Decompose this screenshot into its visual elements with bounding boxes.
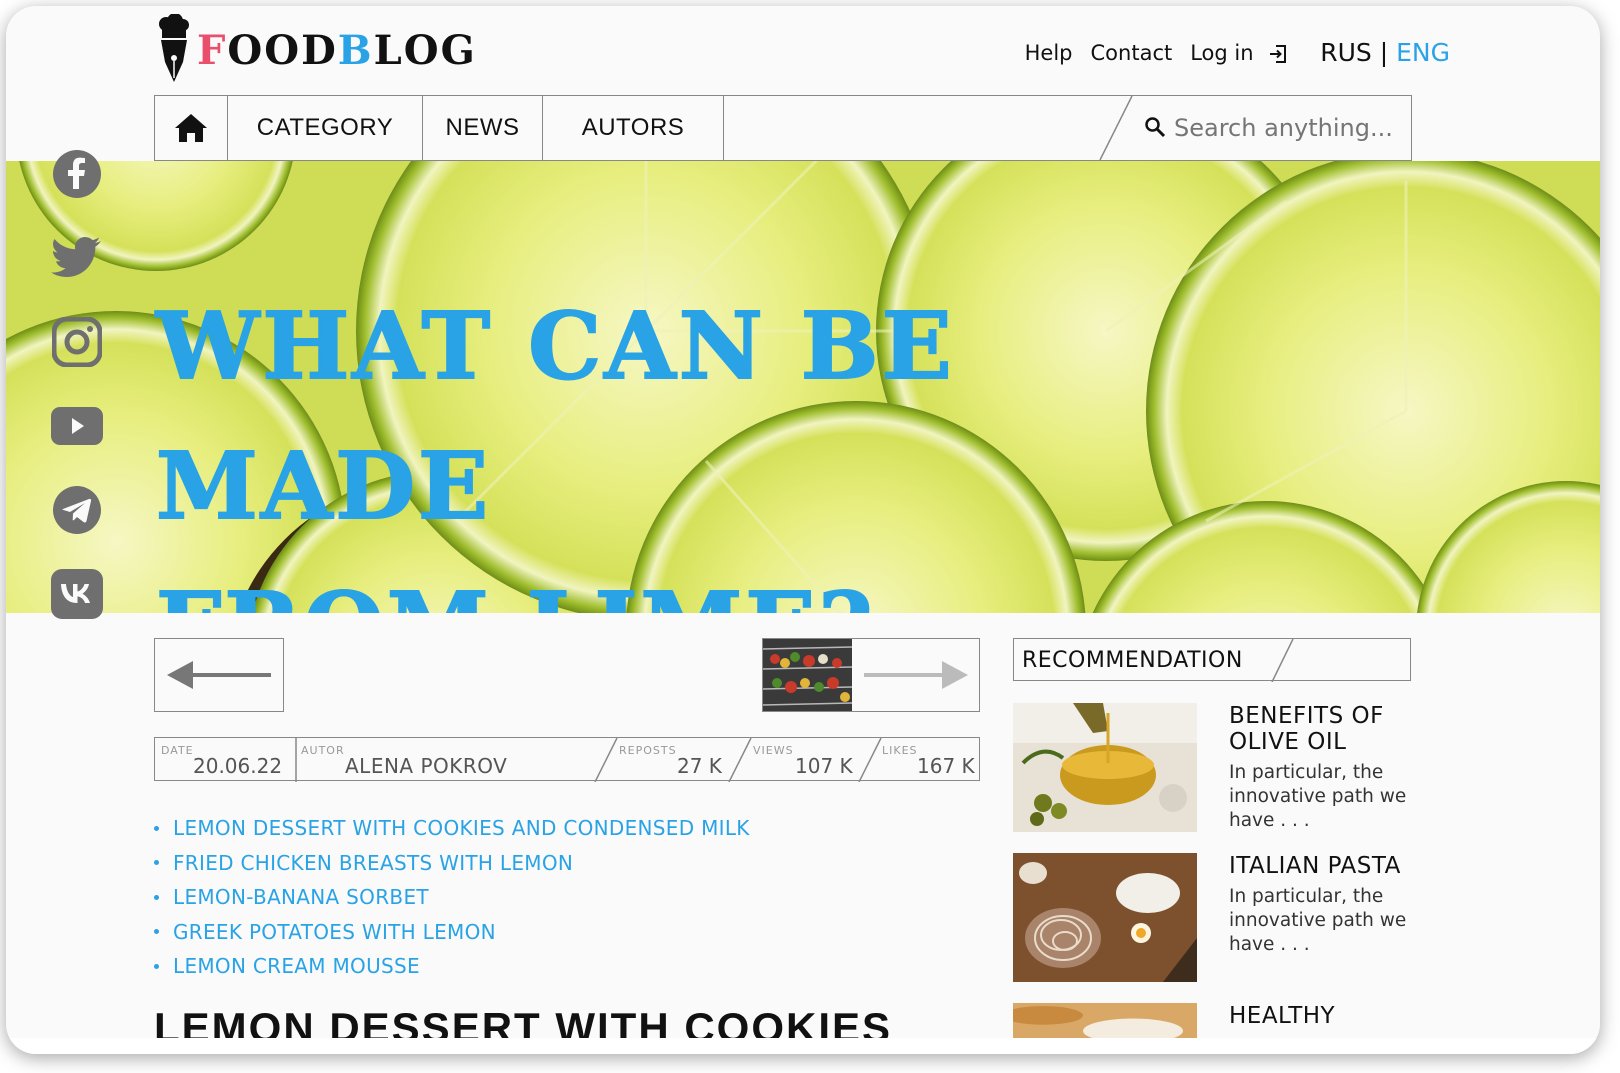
nav-spacer [724,96,1414,160]
meta-author-value[interactable]: ALENA POKROV [345,754,507,778]
recommendation-heading[interactable]: ITALIAN PASTA [1229,853,1419,879]
chef-pen-logo-icon [159,14,189,82]
telegram-icon[interactable] [50,484,104,536]
list-item[interactable]: LEMON DESSERT WITH COOKIES AND CONDENSED… [154,811,750,846]
recommendation-header: RECOMMENDATION [1013,638,1411,682]
search-input[interactable] [1174,114,1414,142]
recipe-link[interactable]: FRIED CHICKEN BREASTS WITH LEMON [173,851,573,875]
article-meta: DATE 20.06.22 AUTOR ALENA POKROV REPOSTS… [154,737,981,782]
hero-banner: What can be made from lime? [6,161,1600,613]
top-links: Help Contact Log in RUS | ENG [1025,38,1450,67]
bullet-icon [154,860,159,866]
meta-author-label: AUTOR [301,744,345,757]
list-item[interactable]: LEMON CREAM MOUSSE [154,949,750,984]
previous-article-button[interactable] [154,638,284,712]
meta-author: AUTOR ALENA POKROV [301,738,591,780]
meta-reposts-value: 27 K [677,754,722,778]
meta-views: VIEWS 107 K [753,738,863,780]
meta-views-label: VIEWS [753,744,794,757]
logo-text-part: LOG [373,26,477,74]
recommendation-item[interactable]: ITALIAN PASTA In particular, the innovat… [1013,853,1411,983]
bullet-icon [154,929,159,935]
vk-icon[interactable] [50,568,104,620]
facebook-icon[interactable] [50,148,104,200]
recipe-link[interactable]: LEMON CREAM MOUSSE [173,954,420,978]
arrow-right-icon [864,661,968,689]
bullet-icon [154,825,159,831]
list-item[interactable]: FRIED CHICKEN BREASTS WITH LEMON [154,846,750,881]
next-article-thumbnail [763,639,852,711]
arrow-left-icon [167,661,271,689]
instagram-icon[interactable] [50,316,104,368]
recipe-link[interactable]: GREEK POTATOES WITH LEMON [173,920,496,944]
main-nav: CATEGORY NEWS AUTORS [154,95,1414,161]
home-icon [175,114,207,142]
bullet-icon [154,963,159,969]
search-box[interactable] [1099,96,1414,160]
lang-separator: | [1379,38,1389,67]
recommendation-heading[interactable]: BENEFITS OF OLIVE OIL [1229,703,1419,755]
logo-text: FOODBLOG [197,27,477,74]
recipe-list: LEMON DESSERT WITH COOKIES AND CONDENSED… [154,811,750,984]
social-bar [50,148,104,620]
italian-pasta-image [1013,853,1197,982]
window-bottom-edge [6,1038,1600,1054]
lang-eng[interactable]: ENG [1396,38,1450,67]
nav-category[interactable]: CATEGORY [228,96,423,160]
youtube-icon[interactable] [50,400,104,452]
meta-reposts: REPOSTS 27 K [619,738,729,780]
meta-date-label: DATE [161,744,194,757]
logo-text-part: F [197,26,228,74]
hero-title-line: from lime? [155,556,1256,613]
login-link[interactable]: Log in [1190,41,1288,65]
olive-oil-image [1013,703,1197,832]
language-switch: RUS | ENG [1320,38,1450,67]
logo-text-part: B [337,26,374,74]
lang-rus[interactable]: RUS [1320,38,1372,67]
recommendation-heading[interactable]: HEALTHY [1229,1003,1419,1029]
login-label: Log in [1190,40,1254,65]
list-item[interactable]: GREEK POTATOES WITH LEMON [154,915,750,950]
meta-date: DATE 20.06.22 [161,738,291,780]
nav-news[interactable]: NEWS [423,96,543,160]
hero-title: What can be made from lime? [155,276,1256,613]
search-divider [1099,96,1133,160]
meta-likes-label: LIKES [882,744,918,757]
meta-reposts-label: REPOSTS [619,744,677,757]
recommendation-text: BENEFITS OF OLIVE OIL In particular, the… [1229,703,1419,833]
twitter-icon[interactable] [50,232,104,284]
browser-frame: FOODBLOG Help Contact Log in RUS | ENG C… [6,6,1600,1054]
next-article-button[interactable] [762,638,980,712]
hero-title-line: What can be made [155,291,955,541]
logo[interactable]: FOODBLOG [153,14,477,86]
bullet-icon [154,894,159,900]
nav-home[interactable] [155,96,228,160]
nav-autors[interactable]: AUTORS [543,96,724,160]
contact-link[interactable]: Contact [1091,41,1173,65]
help-link[interactable]: Help [1025,41,1073,65]
recommendation-desc: In particular, the innovative path we ha… [1229,886,1407,955]
meta-views-value: 107 K [795,754,853,778]
recommendation-item[interactable]: BENEFITS OF OLIVE OIL In particular, the… [1013,703,1411,833]
recommendation-text: HEALTHY [1229,1003,1419,1029]
meta-date-value: 20.06.22 [193,754,283,778]
recipe-link[interactable]: LEMON-BANANA SORBET [173,885,429,909]
recommendation-desc: In particular, the innovative path we ha… [1229,762,1407,831]
meta-likes-value: 167 K [917,754,975,778]
recommendation-title: RECOMMENDATION [1022,648,1243,673]
recipe-link[interactable]: LEMON DESSERT WITH COOKIES AND CONDENSED… [173,816,750,840]
logo-text-part: OOD [227,26,338,74]
recommendation-text: ITALIAN PASTA In particular, the innovat… [1229,853,1419,957]
healthy-food-image [1013,1003,1197,1043]
meta-likes: LIKES 167 K [882,738,981,780]
login-icon [1270,44,1287,63]
recommendation-item[interactable]: HEALTHY [1013,1003,1411,1043]
list-item[interactable]: LEMON-BANANA SORBET [154,880,750,915]
search-icon [1145,117,1166,138]
